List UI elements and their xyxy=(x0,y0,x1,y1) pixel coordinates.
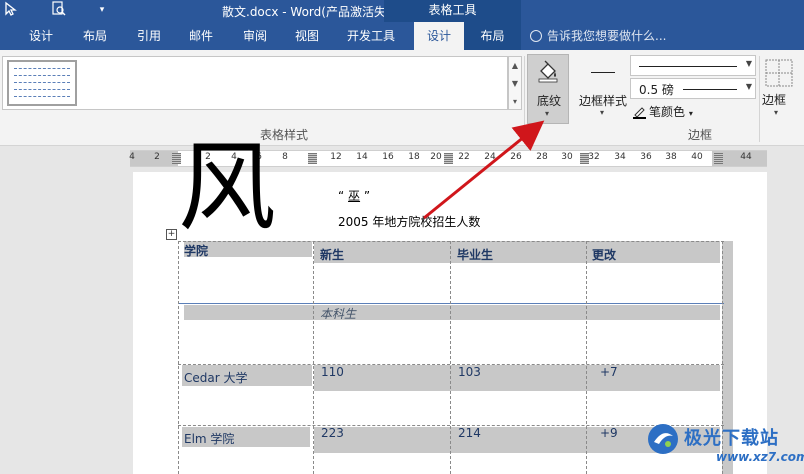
site-watermark: 极光下载站 www.xz7.com xyxy=(646,420,804,474)
annotation-arrow xyxy=(423,120,545,220)
watermark-url: www.xz7.com xyxy=(716,450,804,464)
aurora-logo-icon xyxy=(648,424,678,454)
watermark-text: 极光下载站 xyxy=(684,428,779,449)
